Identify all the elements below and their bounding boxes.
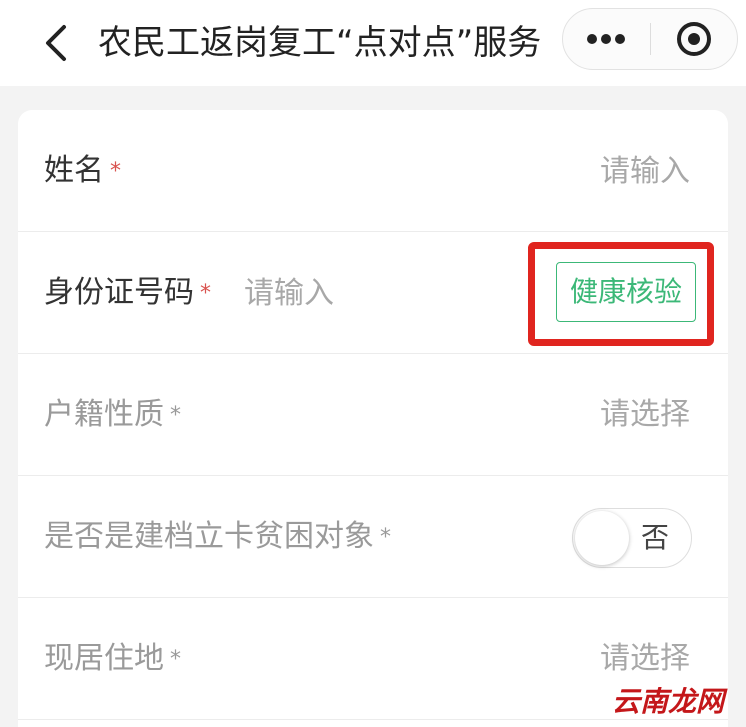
residence-label: 现居住地 * xyxy=(44,641,181,676)
chevron-left-icon xyxy=(46,25,66,61)
required-mark: * xyxy=(380,525,391,550)
toggle-text: 否 xyxy=(641,521,670,554)
back-button[interactable] xyxy=(38,22,74,64)
id-number-input[interactable] xyxy=(244,268,514,318)
target-close-icon xyxy=(677,22,711,56)
mini-program-capsule xyxy=(562,8,738,70)
required-mark: * xyxy=(200,281,211,306)
required-mark: * xyxy=(170,403,181,428)
poverty-target-toggle[interactable]: 否 xyxy=(572,508,692,568)
toggle-knob xyxy=(575,511,629,565)
navigation-bar: 农民工返岗复工“点对点”服务 xyxy=(0,0,746,86)
household-type-row[interactable]: 户籍性质 * 请选择 xyxy=(18,354,728,476)
required-mark: * xyxy=(110,159,121,184)
poverty-target-label: 是否是建档立卡贫困对象 * xyxy=(44,519,391,554)
name-input[interactable] xyxy=(430,146,690,196)
id-number-row: 身份证号码* 健康核验 xyxy=(18,232,728,354)
name-label: 姓名 * xyxy=(44,153,121,188)
name-row: 姓名 * xyxy=(18,110,728,232)
required-mark: * xyxy=(170,647,181,672)
household-type-select[interactable]: 请选择 xyxy=(600,354,690,476)
watermark-logo: 云南龙网 xyxy=(612,685,725,718)
more-button[interactable] xyxy=(563,9,649,69)
more-dots-icon xyxy=(587,34,625,44)
id-number-label: 身份证号码 * xyxy=(44,275,211,310)
health-verify-button[interactable]: 健康核验 xyxy=(556,262,696,322)
poverty-target-row: 是否是建档立卡贫困对象 * 否 xyxy=(18,476,728,598)
close-button[interactable] xyxy=(651,9,737,69)
page-title: 农民工返岗复工“点对点”服务 xyxy=(98,23,542,63)
household-type-label: 户籍性质 * xyxy=(44,397,181,432)
form-card: 姓名* 身份证号码* 健康核验 户籍性质* 请选择 是否是建档立卡贫困对象* 否… xyxy=(18,110,728,727)
